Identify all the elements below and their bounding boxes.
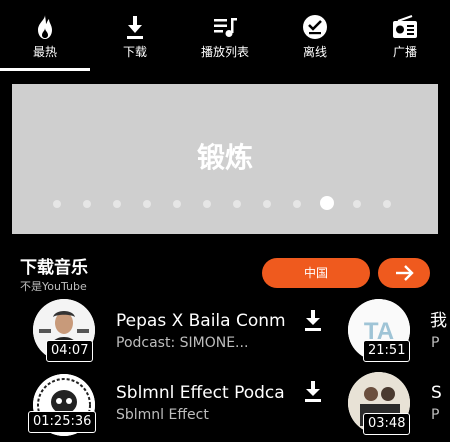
- track-title: S: [431, 383, 442, 403]
- carousel-dot[interactable]: [173, 200, 181, 208]
- duration-badge: 21:51: [363, 340, 411, 362]
- section-subtitle: 不是YouTube: [20, 280, 87, 293]
- section-title: 下载音乐: [20, 258, 88, 278]
- carousel-dot[interactable]: [53, 200, 61, 208]
- tab-label: 最热: [32, 45, 57, 59]
- carousel-dot[interactable]: [233, 200, 241, 208]
- tab-label: 播放列表: [200, 45, 249, 59]
- banner-title: 锻炼: [196, 141, 253, 174]
- duration-badge: 01:25:36: [28, 411, 97, 433]
- track-subtitle: P: [431, 407, 440, 423]
- playlist-icon: [214, 18, 237, 37]
- carousel-dot[interactable]: [113, 200, 121, 208]
- offline-icon: [303, 15, 327, 39]
- region-button[interactable]: 中国: [262, 258, 370, 288]
- duration-badge: 03:48: [363, 413, 411, 435]
- flame-icon: [38, 15, 52, 39]
- radio-icon: [393, 15, 417, 38]
- carousel-dots: [12, 196, 438, 212]
- tab-radio[interactable]: 广播: [360, 0, 450, 72]
- tab-playlist[interactable]: 播放列表: [180, 0, 270, 72]
- carousel-dot[interactable]: [383, 200, 391, 208]
- carousel-dot[interactable]: [83, 200, 91, 208]
- carousel-dot-active[interactable]: [320, 196, 334, 210]
- track-title: Pepas X Baila Conm...: [116, 311, 286, 331]
- track-subtitle: Sblmnl Effect: [116, 407, 209, 423]
- top-tab-bar: 最热 下载 播放列表 离线 广播: [0, 0, 450, 72]
- tab-label: 广播: [392, 45, 417, 59]
- carousel-dot[interactable]: [263, 200, 271, 208]
- track-subtitle: Podcast: SIMONE...: [116, 335, 249, 351]
- arrow-right-icon: [396, 265, 414, 281]
- featured-banner[interactable]: 锻炼: [12, 84, 438, 234]
- tab-download[interactable]: 下载: [90, 0, 180, 72]
- track-title: Sblmnl Effect Podca...: [116, 383, 286, 403]
- track-subtitle: P: [431, 335, 440, 351]
- download-icon: [127, 16, 143, 39]
- download-icon[interactable]: [302, 309, 324, 333]
- tab-hot[interactable]: 最热: [0, 0, 90, 72]
- tab-label: 离线: [302, 45, 327, 59]
- duration-badge: 04:07: [46, 340, 94, 362]
- carousel-dot[interactable]: [203, 200, 211, 208]
- tab-label: 下载: [122, 45, 147, 59]
- next-button[interactable]: [378, 258, 430, 288]
- download-icon[interactable]: [302, 380, 324, 404]
- track-title: 我: [430, 311, 447, 331]
- active-tab-indicator: [0, 68, 90, 71]
- carousel-dot[interactable]: [293, 200, 301, 208]
- carousel-dot[interactable]: [353, 200, 361, 208]
- tab-offline[interactable]: 离线: [270, 0, 360, 72]
- carousel-dot[interactable]: [143, 200, 151, 208]
